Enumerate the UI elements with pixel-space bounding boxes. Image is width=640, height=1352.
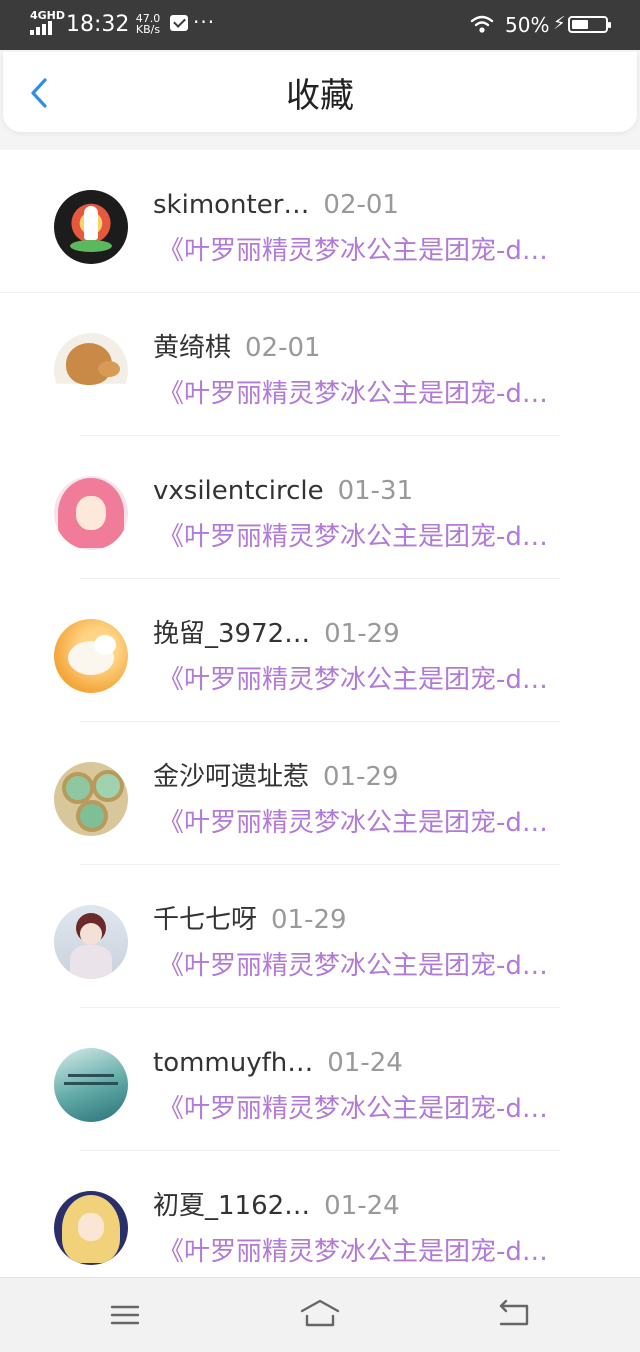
author-name: 黄绮棋 bbox=[153, 333, 232, 363]
author-name: 千七七呀 bbox=[153, 905, 258, 935]
girl-photo-avatar bbox=[54, 905, 128, 979]
anime-girl-blonde-avatar bbox=[54, 1191, 128, 1265]
list-item[interactable]: 初夏_1162… 01-24 《叶罗丽精灵梦冰公主是团宠-d… bbox=[0, 1151, 640, 1294]
item-title: 千七七呀 01-29 bbox=[153, 903, 347, 937]
list-item[interactable]: 黄绮棋 02-01 《叶罗丽精灵梦冰公主是团宠-d… bbox=[0, 293, 640, 436]
item-title: vxsilentcircle 01-31 bbox=[153, 474, 413, 508]
list-item[interactable]: vxsilentcircle 01-31 《叶罗丽精灵梦冰公主是团宠-d… bbox=[0, 436, 640, 579]
item-date: 02-01 bbox=[245, 333, 321, 363]
item-date: 02-01 bbox=[323, 190, 399, 220]
author-name: 挽留_3972… bbox=[153, 619, 311, 649]
kitten-avatar bbox=[54, 619, 128, 693]
item-title: 黄绮棋 02-01 bbox=[153, 331, 321, 365]
cookies-avatar bbox=[54, 762, 128, 836]
item-date: 01-24 bbox=[324, 1191, 400, 1221]
anime-girl-pink-avatar bbox=[54, 476, 128, 550]
author-name: vxsilentcircle bbox=[153, 476, 324, 506]
item-subtitle: 《叶罗丽精灵梦冰公主是团宠-d… bbox=[158, 236, 548, 266]
charging-icon: ⚡ bbox=[553, 13, 566, 34]
item-subtitle: 《叶罗丽精灵梦冰公主是团宠-d… bbox=[158, 951, 548, 981]
item-date: 01-24 bbox=[327, 1048, 403, 1078]
dog-avatar bbox=[54, 333, 128, 407]
list-item[interactable]: 挽留_3972… 01-29 《叶罗丽精灵梦冰公主是团宠-d… bbox=[0, 579, 640, 722]
item-date: 01-31 bbox=[337, 476, 414, 506]
network-type: 4GHD bbox=[30, 9, 66, 22]
item-subtitle: 《叶罗丽精灵梦冰公主是团宠-d… bbox=[158, 1094, 548, 1124]
list-item[interactable]: tommuyfh… 01-24 《叶罗丽精灵梦冰公主是团宠-d… bbox=[0, 1008, 640, 1151]
battery-fill bbox=[572, 20, 588, 29]
battery-icon bbox=[568, 16, 611, 33]
system-nav-bar bbox=[0, 1277, 640, 1352]
item-title: 金沙呵遗址惹 01-29 bbox=[153, 760, 399, 794]
item-date: 01-29 bbox=[324, 619, 400, 649]
list-item[interactable]: 千七七呀 01-29 《叶罗丽精灵梦冰公主是团宠-d… bbox=[0, 865, 640, 1008]
item-date: 01-29 bbox=[323, 762, 399, 792]
battery-percent: 50% bbox=[505, 13, 550, 37]
author-name: 初夏_1162… bbox=[153, 1191, 311, 1221]
author-name: 金沙呵遗址惹 bbox=[153, 762, 310, 792]
item-subtitle: 《叶罗丽精灵梦冰公主是团宠-d… bbox=[158, 1237, 548, 1267]
author-name: tommuyfh… bbox=[153, 1048, 314, 1078]
more-notifications-icon: ··· bbox=[193, 10, 216, 34]
item-subtitle: 《叶罗丽精灵梦冰公主是团宠-d… bbox=[158, 379, 548, 409]
list-item[interactable]: skimonter… 02-01 《叶罗丽精灵梦冰公主是团宠-d… bbox=[0, 150, 640, 293]
item-title: skimonter… 02-01 bbox=[153, 188, 399, 222]
guanyin-avatar bbox=[54, 190, 128, 264]
wifi-icon bbox=[470, 15, 494, 33]
item-subtitle: 《叶罗丽精灵梦冰公主是团宠-d… bbox=[158, 665, 548, 695]
item-title: tommuyfh… 01-24 bbox=[153, 1046, 403, 1080]
status-bar: 4GHD 18:32 47.0 KB/s ··· 50% ⚡ bbox=[0, 0, 640, 50]
list-item[interactable]: 金沙呵遗址惹 01-29 《叶罗丽精灵梦冰公主是团宠-d… bbox=[0, 722, 640, 865]
app-header: 收藏 bbox=[3, 52, 637, 132]
item-subtitle: 《叶罗丽精灵梦冰公主是团宠-d… bbox=[158, 522, 548, 552]
network-speed-unit: KB/s bbox=[135, 23, 161, 36]
back-arrow-icon[interactable] bbox=[495, 1298, 535, 1332]
home-icon[interactable] bbox=[298, 1298, 342, 1332]
menu-icon[interactable] bbox=[105, 1298, 145, 1332]
item-title: 挽留_3972… 01-29 bbox=[153, 617, 400, 651]
notification-icon bbox=[170, 15, 188, 31]
item-subtitle: 《叶罗丽精灵梦冰公主是团宠-d… bbox=[158, 808, 548, 838]
network-speed: 47.0 KB/s bbox=[134, 13, 162, 35]
page-title: 收藏 bbox=[286, 76, 354, 116]
teal-text-avatar bbox=[54, 1048, 128, 1122]
author-name: skimonter… bbox=[153, 190, 310, 220]
item-date: 01-29 bbox=[271, 905, 347, 935]
signal-icon bbox=[30, 21, 58, 35]
clock: 18:32 bbox=[66, 12, 130, 37]
item-title: 初夏_1162… 01-24 bbox=[153, 1189, 400, 1223]
favorites-list: skimonter… 02-01 《叶罗丽精灵梦冰公主是团宠-d… 黄绮棋 02-0… bbox=[0, 150, 640, 1294]
